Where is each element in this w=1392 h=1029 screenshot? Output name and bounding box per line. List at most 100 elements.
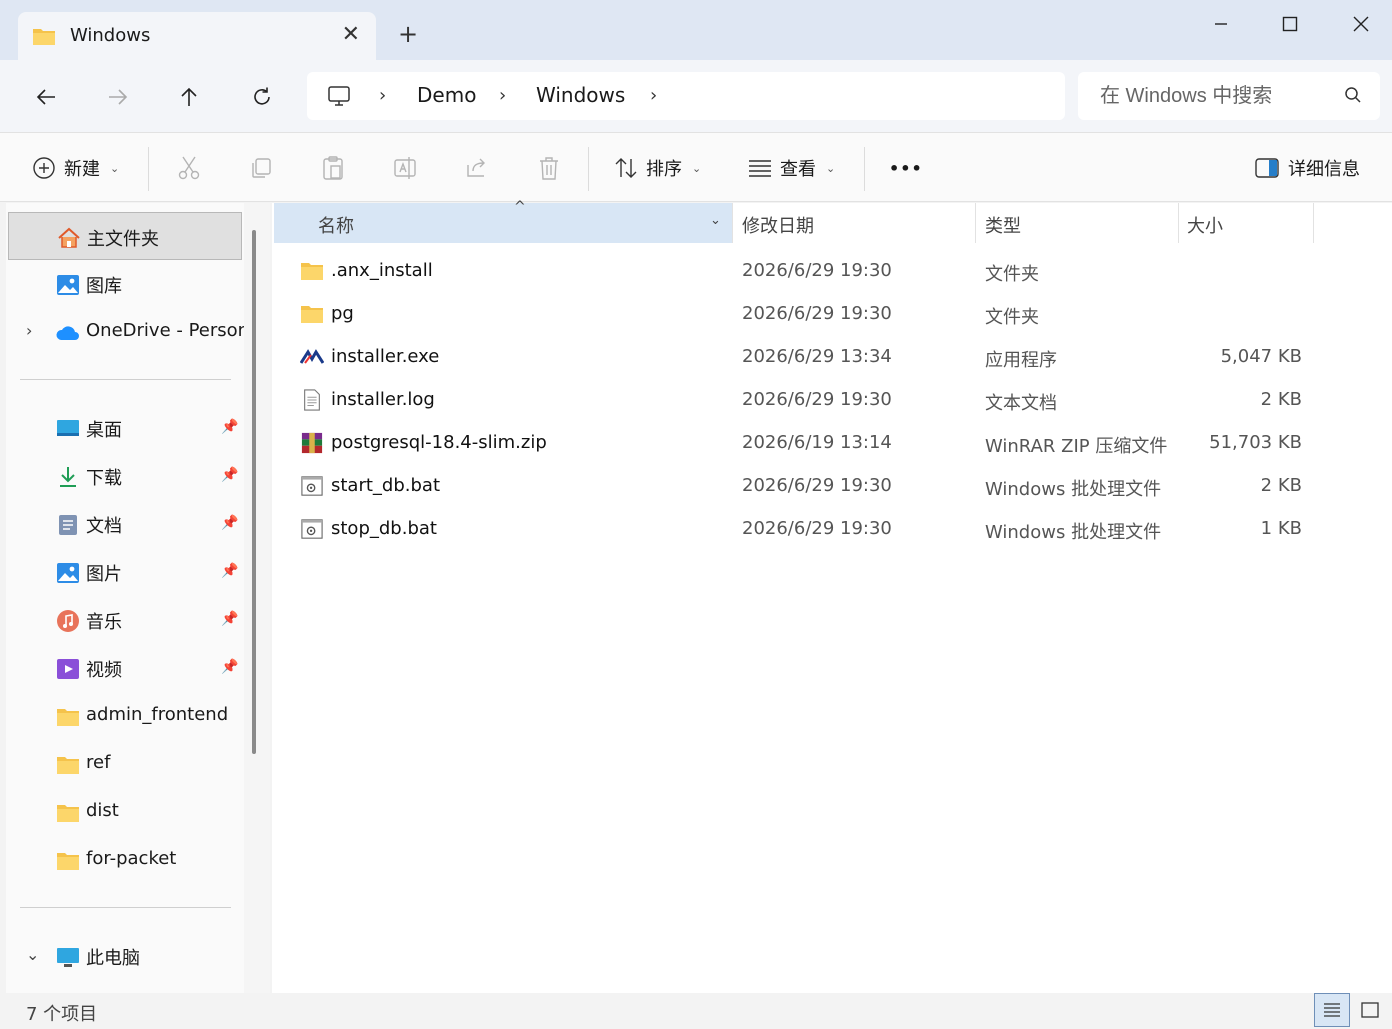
file-row[interactable]: installer.log 2026/6/29 19:30 文本文档 2 KB bbox=[272, 379, 1372, 422]
sidebar-item-label: 文档 bbox=[86, 516, 122, 537]
minimize-button[interactable] bbox=[1198, 8, 1244, 40]
gallery-icon bbox=[57, 275, 79, 295]
sidebar-item-documents[interactable]: 文档 📌 bbox=[8, 500, 242, 548]
sidebar-item-folder[interactable]: for-packet bbox=[8, 836, 242, 884]
chevron-down-icon: ⌄ bbox=[110, 161, 120, 175]
sidebar-item-onedrive[interactable]: › OneDrive - Person bbox=[8, 308, 249, 356]
file-name: postgresql-18.4-slim.zip bbox=[331, 432, 547, 453]
document-icon bbox=[59, 515, 77, 535]
details-pane-button[interactable]: 详细信息 bbox=[1254, 151, 1360, 185]
pin-icon[interactable]: 📌 bbox=[221, 659, 238, 675]
up-button[interactable] bbox=[172, 80, 206, 114]
divider bbox=[864, 147, 865, 191]
column-header-date[interactable]: 修改日期 bbox=[733, 203, 975, 243]
sort-ascending-icon: ^ bbox=[514, 199, 526, 215]
column-header-size[interactable]: 大小 bbox=[1179, 203, 1313, 243]
search-input[interactable] bbox=[1078, 72, 1328, 120]
column-divider[interactable] bbox=[1313, 203, 1314, 243]
pin-icon[interactable]: 📌 bbox=[221, 611, 238, 627]
refresh-icon bbox=[254, 87, 270, 105]
sort-button[interactable]: 排序 ⌄ bbox=[614, 151, 701, 185]
batch-file-icon bbox=[301, 476, 323, 496]
chevron-down-icon[interactable]: ⌄ bbox=[26, 945, 39, 964]
file-size: 2 KB bbox=[1260, 475, 1302, 496]
file-type: 应用程序 bbox=[985, 350, 1057, 371]
file-date: 2026/6/29 19:30 bbox=[742, 260, 892, 281]
maximize-button[interactable] bbox=[1267, 8, 1313, 40]
divider bbox=[20, 379, 231, 380]
close-window-button[interactable] bbox=[1338, 8, 1384, 40]
new-tab-button[interactable]: + bbox=[398, 20, 418, 48]
chevron-right-icon[interactable]: › bbox=[650, 85, 657, 106]
cut-button[interactable] bbox=[177, 151, 201, 185]
breadcrumb-windows[interactable]: Windows bbox=[536, 83, 625, 107]
column-header-name[interactable]: 名称 ^ ⌄ bbox=[274, 199, 732, 243]
details-view-button[interactable] bbox=[1314, 993, 1350, 1027]
view-button[interactable]: 查看 ⌄ bbox=[748, 151, 835, 185]
copy-button[interactable] bbox=[249, 151, 273, 185]
sidebar-item-gallery[interactable]: 图库 bbox=[8, 260, 242, 308]
sidebar-item-label: 下载 bbox=[86, 468, 122, 489]
chevron-down-icon[interactable]: ⌄ bbox=[710, 213, 721, 228]
new-button[interactable]: 新建 ⌄ bbox=[32, 151, 119, 185]
sidebar-item-folder[interactable]: dist bbox=[8, 788, 242, 836]
close-icon bbox=[1353, 16, 1369, 32]
search-icon[interactable] bbox=[1344, 86, 1362, 104]
chevron-right-icon[interactable]: › bbox=[26, 321, 32, 340]
share-button[interactable] bbox=[465, 151, 489, 185]
sidebar-scrollbar-track[interactable] bbox=[244, 203, 270, 993]
tab-close-button[interactable]: ✕ bbox=[342, 22, 360, 47]
file-row[interactable]: .anx_install 2026/6/29 19:30 文件夹 bbox=[272, 250, 1372, 293]
minimize-icon bbox=[1215, 23, 1227, 25]
sidebar-item-pictures[interactable]: 图片 📌 bbox=[8, 548, 242, 596]
sidebar-item-folder[interactable]: ref bbox=[8, 740, 242, 788]
file-row[interactable]: stop_db.bat 2026/6/29 19:30 Windows 批处理文… bbox=[272, 508, 1372, 551]
maximize-icon bbox=[1282, 16, 1298, 32]
scissors-icon bbox=[178, 156, 200, 180]
file-row[interactable]: pg 2026/6/29 19:30 文件夹 bbox=[272, 293, 1372, 336]
file-date: 2026/6/29 13:34 bbox=[742, 346, 892, 367]
file-size: 51,703 KB bbox=[1209, 432, 1302, 453]
column-header-type[interactable]: 类型 bbox=[976, 203, 1178, 243]
sidebar-item-label: ref bbox=[86, 752, 111, 773]
file-list: 名称 ^ ⌄ 修改日期 类型 大小 .anx_install 2026/6/29… bbox=[272, 199, 1392, 993]
pin-icon[interactable]: 📌 bbox=[221, 419, 238, 435]
sidebar-item-videos[interactable]: 视频 📌 bbox=[8, 644, 242, 692]
pin-icon[interactable]: 📌 bbox=[221, 467, 238, 483]
sidebar-item-folder[interactable]: admin_frontend bbox=[8, 692, 242, 740]
address-bar[interactable]: › Demo › Windows › bbox=[307, 72, 1065, 120]
sidebar-item-this-pc[interactable]: ⌄ 此电脑 bbox=[8, 932, 242, 980]
file-row[interactable]: installer.exe 2026/6/29 13:34 应用程序 5,047… bbox=[272, 336, 1372, 379]
tiles-view-button[interactable] bbox=[1352, 993, 1388, 1027]
view-label: 查看 bbox=[780, 159, 816, 180]
rename-button[interactable] bbox=[393, 151, 417, 185]
tab-windows[interactable]: Windows ✕ bbox=[18, 12, 376, 62]
chevron-right-icon[interactable]: › bbox=[379, 85, 386, 106]
file-type: 文本文档 bbox=[985, 393, 1057, 414]
sidebar-item-music[interactable]: 音乐 📌 bbox=[8, 596, 242, 644]
breadcrumb-demo[interactable]: Demo bbox=[417, 83, 476, 107]
file-name: start_db.bat bbox=[331, 475, 441, 496]
sidebar-item-desktop[interactable]: 桌面 📌 bbox=[8, 404, 242, 452]
back-button[interactable] bbox=[29, 80, 63, 114]
pin-icon[interactable]: 📌 bbox=[221, 515, 238, 531]
forward-button[interactable] bbox=[101, 80, 135, 114]
paste-button[interactable] bbox=[321, 151, 345, 185]
file-row[interactable]: start_db.bat 2026/6/29 19:30 Windows 批处理… bbox=[272, 465, 1372, 508]
onedrive-cloud-icon bbox=[56, 326, 79, 340]
sidebar-scrollbar-thumb[interactable] bbox=[252, 230, 256, 754]
column-header-label: 修改日期 bbox=[742, 216, 814, 237]
search-box[interactable] bbox=[1078, 72, 1380, 120]
folder-icon bbox=[301, 263, 323, 280]
chevron-right-icon[interactable]: › bbox=[499, 85, 506, 106]
sidebar-item-home[interactable]: 主文件夹 bbox=[8, 212, 242, 260]
more-options-button[interactable]: ••• bbox=[889, 151, 923, 185]
sidebar-item-label: 图库 bbox=[86, 276, 122, 297]
file-row[interactable]: postgresql-18.4-slim.zip 2026/6/19 13:14… bbox=[272, 422, 1372, 465]
pin-icon[interactable]: 📌 bbox=[221, 563, 238, 579]
delete-button[interactable] bbox=[537, 151, 561, 185]
title-bar: Windows ✕ + bbox=[0, 0, 1392, 62]
computer-icon bbox=[328, 86, 350, 106]
refresh-button[interactable] bbox=[245, 80, 279, 114]
sidebar-item-downloads[interactable]: 下载 📌 bbox=[8, 452, 242, 500]
